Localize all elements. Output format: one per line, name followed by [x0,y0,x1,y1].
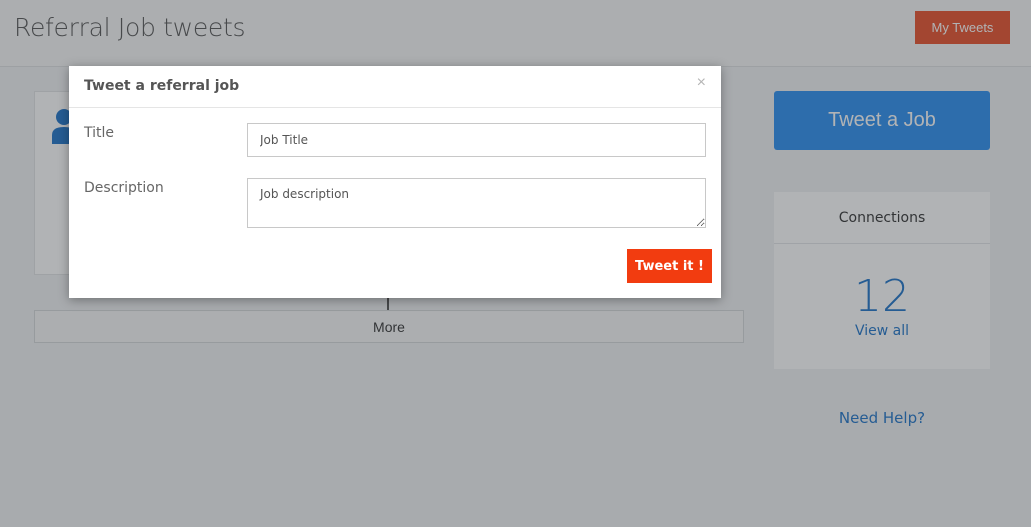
job-description-input[interactable] [247,178,706,228]
tweet-referral-job-modal: Tweet a referral job × Title Description… [69,66,721,298]
modal-title: Tweet a referral job [84,78,240,94]
modal-header: Tweet a referral job × [69,66,721,108]
tweet-it-button[interactable]: Tweet it ! [627,249,712,283]
title-label: Title [84,125,115,141]
close-icon[interactable]: × [697,74,706,92]
description-label: Description [84,180,164,196]
job-title-input[interactable] [247,123,706,157]
